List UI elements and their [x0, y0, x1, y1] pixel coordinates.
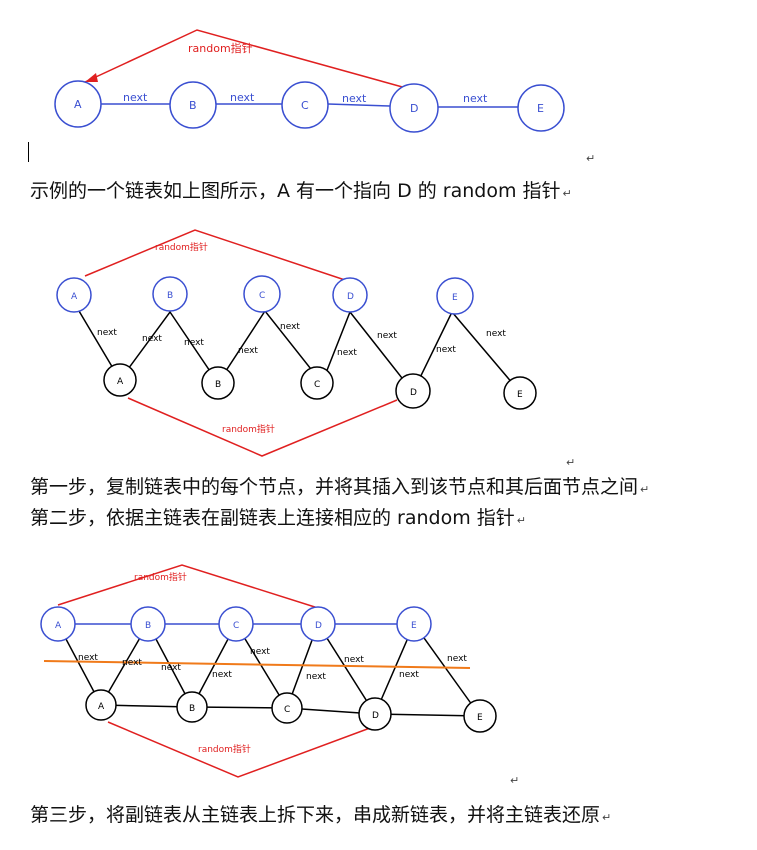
node-label-b: B [189, 99, 197, 112]
next-label: next [436, 345, 456, 355]
random-label: random指针 [222, 423, 275, 435]
node-label-a: A [55, 621, 62, 631]
random-pointer-original [57, 564, 319, 609]
next-label: next [344, 655, 364, 665]
node-label-a: A [71, 292, 78, 302]
paragraph-mark: ↵ [510, 774, 520, 787]
node-label-d: D [410, 102, 418, 115]
random-label: random指针 [134, 571, 187, 583]
paragraph-mark: ↵ [640, 483, 650, 496]
node-label-b: B [167, 291, 173, 301]
next-label: next [212, 670, 232, 680]
copy-node-label-d: D [372, 711, 379, 721]
caption-text: 第三步，将副链表从主链表上拆下来，串成新链表，并将主链表还原 [30, 804, 601, 826]
next-label: next [280, 322, 300, 332]
node-label-c: C [233, 621, 239, 631]
copy-node-label-b: B [189, 704, 195, 714]
caption-text: 第一步，复制链表中的每个节点，并将其插入到该节点和其后面节点之间 [30, 476, 639, 498]
node-label-d: D [347, 292, 354, 302]
next-label: next [250, 647, 270, 657]
next-label: next [486, 329, 506, 339]
next-label: next [399, 670, 419, 680]
copy-node-label-e: E [477, 713, 483, 723]
next-label: next [123, 91, 148, 104]
random-label: random指针 [198, 743, 251, 755]
copy-node-label-c: C [284, 705, 290, 715]
next-label: next [142, 334, 162, 344]
next-label: next [342, 92, 367, 105]
copy-node-label-a: A [98, 702, 105, 712]
next-label: next [238, 346, 258, 356]
caption-text: 第二步，依据主链表在副链表上连接相应的 random 指针 [30, 507, 515, 529]
paragraph-mark: ↵ [566, 456, 576, 469]
random-pointer-original [84, 229, 346, 281]
caption-step2: 第二步，依据主链表在副链表上连接相应的 random 指针 ↵ [30, 503, 526, 530]
next-label: next [337, 348, 357, 358]
paragraph-mark: ↵ [562, 187, 572, 200]
node-label-c: C [259, 291, 265, 301]
next-label: next [184, 338, 204, 348]
figure-step1-step2: random指针 random指针 next next next next ne… [56, 229, 537, 457]
copy-node-label-d: D [410, 388, 417, 398]
copy-node-label-e: E [517, 390, 523, 400]
caption-example: 示例的一个链表如上图所示，A 有一个指向 D 的 random 指针 ↵ [30, 176, 572, 203]
copy-node-label-c: C [314, 380, 320, 390]
copy-node-label-a: A [117, 377, 124, 387]
node-label-e: E [537, 102, 544, 115]
node-label-c: C [301, 99, 309, 112]
next-label: next [78, 653, 98, 663]
random-pointer-a-to-d [84, 29, 407, 89]
figure-step3: random指针 random指针 next next next next ne… [40, 564, 497, 778]
figure-original-list: random指针 next next next next A B C D E [54, 29, 565, 133]
split-line [43, 660, 471, 669]
node-label-d: D [315, 621, 322, 631]
paragraph-mark: ↵ [516, 514, 526, 527]
random-arrowhead [85, 73, 98, 82]
next-label: next [97, 328, 117, 338]
next-label: next [306, 672, 326, 682]
node-label-e: E [411, 621, 417, 631]
next-label: next [122, 658, 142, 668]
next-label: next [463, 92, 488, 105]
node-label-e: E [452, 293, 458, 303]
next-label: next [161, 663, 181, 673]
node-label-b: B [145, 621, 151, 631]
copy-node-label-b: B [215, 380, 221, 390]
random-label: random指针 [188, 41, 253, 55]
node-label-a: A [74, 98, 82, 111]
diagram-canvas: random指针 next next next next A B C D E r… [40, 29, 565, 778]
caption-step3: 第三步，将副链表从主链表上拆下来，串成新链表，并将主链表还原 ↵ [30, 800, 611, 827]
paragraph-mark: ↵ [602, 811, 612, 824]
paragraph-mark: ↵ [586, 152, 596, 165]
next-label: next [447, 654, 467, 664]
next-label: next [377, 331, 397, 341]
next-label: next [230, 91, 255, 104]
random-label: random指针 [155, 241, 208, 253]
caption-text: 示例的一个链表如上图所示，A 有一个指向 D 的 random 指针 [30, 180, 561, 202]
caption-step1: 第一步，复制链表中的每个节点，并将其插入到该节点和其后面节点之间 ↵ [30, 472, 649, 499]
text-cursor [28, 142, 29, 162]
